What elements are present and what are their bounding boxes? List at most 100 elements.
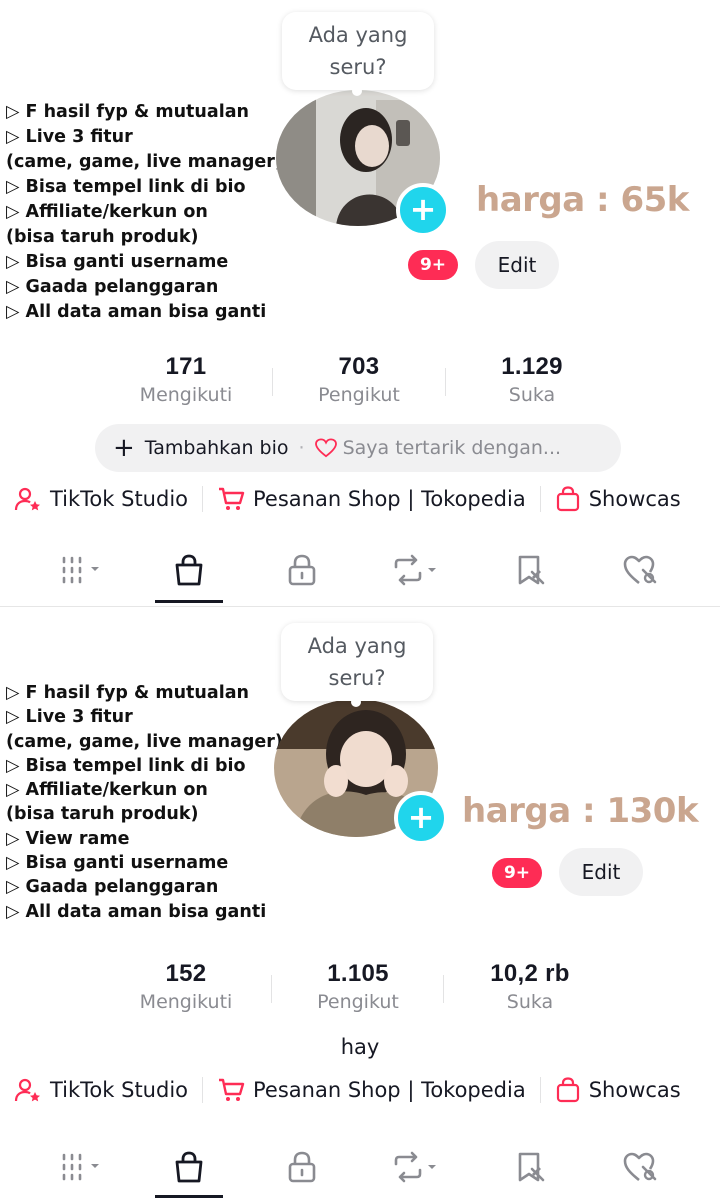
- add-story-plus-icon[interactable]: +: [394, 791, 448, 845]
- dot-separator: ·: [298, 437, 305, 459]
- stat-label: Suka: [506, 991, 554, 1013]
- status-bubble[interactable]: Ada yang seru?: [282, 12, 434, 96]
- showcase-link[interactable]: Showcas: [555, 486, 681, 512]
- feature-line: ▷ F hasil fyp & mutualan: [6, 683, 249, 703]
- feature-line: ▷ View rame: [6, 828, 130, 849]
- cart-icon: [219, 487, 245, 510]
- cart-icon: [219, 1078, 245, 1101]
- active-tab-indicator: [155, 600, 223, 603]
- feature-line: ▷ Affiliate/kerkun on: [6, 780, 208, 801]
- user-star-icon: [14, 1078, 40, 1102]
- feature-line: ▷ All data aman bisa ganti: [6, 302, 267, 322]
- profile-panel-1: Ada yang seru? + ▷ F hasil fyp & mutuala…: [0, 0, 720, 606]
- stat-label: Mengikuti: [139, 991, 233, 1013]
- edit-profile-button[interactable]: Edit: [475, 241, 559, 289]
- repost-icon: [394, 554, 436, 586]
- stat-value: 171: [165, 353, 207, 380]
- tab-liked[interactable]: [604, 1139, 676, 1195]
- shop-orders-link[interactable]: Pesanan Shop | Tokopedia: [217, 486, 526, 512]
- stat-following[interactable]: 152 Mengikuti: [106, 959, 266, 1015]
- tab-reposts[interactable]: [382, 1139, 454, 1195]
- stat-following[interactable]: 171 Mengikuti: [106, 352, 266, 408]
- status-bubble-text: Ada yang seru?: [307, 634, 407, 690]
- tab-shop[interactable]: [153, 1139, 225, 1195]
- grid-icon: [62, 1153, 99, 1181]
- stat-label: Mengikuti: [139, 384, 233, 406]
- showcase-link[interactable]: Showcas: [555, 1077, 681, 1103]
- profile-panel-2: Ada yang seru? + ▷ F hasil fyp & mutuala…: [0, 606, 720, 1201]
- stat-value: 1.129: [501, 353, 563, 380]
- notification-badge[interactable]: 9+: [492, 858, 542, 888]
- feature-line: ▷ Live 3 fitur: [6, 707, 133, 728]
- stat-divider: [443, 975, 444, 1003]
- saved-icon: [518, 1152, 545, 1182]
- feature-line: ▷ Bisa tempel link di bio: [6, 755, 246, 776]
- feature-line: ▷ All data aman bisa ganti: [6, 901, 267, 922]
- link-label: Showcas: [588, 1078, 681, 1102]
- feature-line: ▷ Gaada pelanggaran: [6, 877, 219, 898]
- saved-icon: [518, 555, 545, 585]
- tab-reposts[interactable]: [382, 542, 454, 598]
- features-list: ▷ F hasil fyp & mutualan ▷ Live 3 fitur …: [6, 681, 283, 924]
- user-star-icon: [14, 487, 40, 511]
- feature-line: ▷ Gaada pelanggaran: [6, 277, 219, 297]
- bubble-tail: [351, 697, 361, 707]
- tab-liked[interactable]: [604, 542, 676, 598]
- tab-private[interactable]: [266, 542, 338, 598]
- tab-videos[interactable]: [48, 1139, 120, 1195]
- stat-likes[interactable]: 1.129 Suka: [452, 352, 612, 408]
- stat-value: 152: [165, 960, 207, 987]
- liked-icon: [623, 1152, 657, 1182]
- shopping-bag-outline-icon: [556, 1077, 579, 1103]
- lock-icon: [288, 1151, 316, 1183]
- edit-profile-button[interactable]: Edit: [559, 848, 643, 896]
- interest-hint: Saya tertarik dengan...: [342, 437, 562, 459]
- price-label: harga : 130k: [462, 791, 699, 831]
- feature-line: (came, game, live manager): [6, 152, 283, 172]
- plus-icon: +: [113, 433, 135, 463]
- link-label: Pesanan Shop | Tokopedia: [253, 1078, 526, 1102]
- feature-line: ▷ F hasil fyp & mutualan: [6, 102, 249, 122]
- shop-orders-link[interactable]: Pesanan Shop | Tokopedia: [217, 1077, 526, 1103]
- profile-tabs: [0, 542, 720, 603]
- add-bio-pill[interactable]: + Tambahkan bio · Saya tertarik dengan..…: [95, 424, 621, 472]
- liked-icon: [623, 555, 657, 585]
- lock-icon: [288, 554, 316, 586]
- feature-line: ▷ Bisa tempel link di bio: [6, 177, 246, 197]
- status-bubble[interactable]: Ada yang seru?: [281, 623, 433, 707]
- status-bubble-text: Ada yang seru?: [308, 23, 408, 79]
- stat-likes[interactable]: 10,2 rb Suka: [450, 959, 610, 1015]
- add-story-plus-icon[interactable]: +: [396, 183, 450, 237]
- active-tab-indicator: [155, 1195, 223, 1198]
- link-label: Showcas: [588, 487, 681, 511]
- link-label: TikTok Studio: [50, 1078, 189, 1102]
- stat-followers[interactable]: 1.105 Pengikut: [278, 959, 438, 1015]
- tiktok-studio-link[interactable]: TikTok Studio: [14, 486, 188, 512]
- link-divider: [202, 1077, 204, 1103]
- shopping-bag-outline-icon: [556, 486, 579, 512]
- tab-private[interactable]: [266, 1139, 338, 1195]
- link-divider: [202, 486, 204, 512]
- tiktok-studio-link[interactable]: TikTok Studio: [14, 1077, 188, 1103]
- stat-followers[interactable]: 703 Pengikut: [279, 352, 439, 408]
- price-label: harga : 65k: [476, 180, 689, 220]
- stat-divider: [271, 975, 272, 1003]
- profile-links-row: TikTok Studio Pesanan Shop | Tokopedia S…: [14, 1077, 681, 1103]
- tab-saved[interactable]: [494, 542, 566, 598]
- features-list: ▷ F hasil fyp & mutualan ▷ Live 3 fitur …: [6, 100, 283, 325]
- stat-value: 10,2 rb: [490, 960, 570, 987]
- tab-shop[interactable]: [153, 542, 225, 598]
- stat-value: 703: [338, 353, 380, 380]
- stat-label: Suka: [508, 384, 556, 406]
- tab-saved[interactable]: [494, 1139, 566, 1195]
- notification-badge[interactable]: 9+: [408, 250, 458, 280]
- feature-line: ▷ Live 3 fitur: [6, 127, 133, 147]
- profile-bio: hay: [340, 1035, 380, 1059]
- tab-videos[interactable]: [48, 542, 120, 598]
- shopping-bag-icon: [175, 1151, 203, 1183]
- stat-divider: [272, 368, 273, 396]
- stat-value: 1.105: [327, 960, 389, 987]
- feature-line: (came, game, live manager): [6, 731, 283, 752]
- link-divider: [539, 1077, 541, 1103]
- link-label: Pesanan Shop | Tokopedia: [253, 487, 526, 511]
